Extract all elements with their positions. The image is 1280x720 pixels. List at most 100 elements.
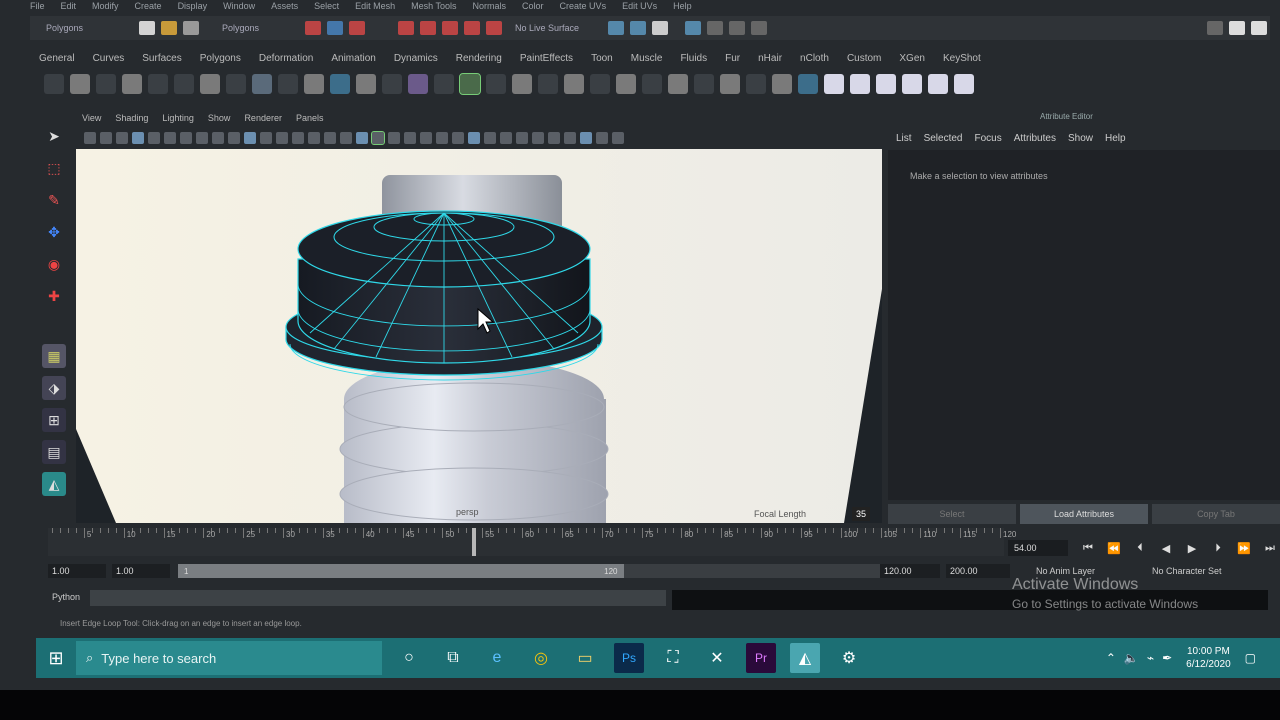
viewport-toolbar-icon[interactable] (388, 132, 400, 144)
shelf-tool-icon[interactable] (434, 74, 454, 94)
outliner-layout-icon[interactable]: ▤ (42, 440, 66, 464)
taskbar-search-box[interactable]: ⌕ Type here to search (76, 641, 382, 675)
shelf-tool-icon[interactable] (252, 74, 272, 94)
shelf-tab-dynamics[interactable]: Dynamics (385, 53, 447, 64)
viewport-toolbar-icon[interactable] (164, 132, 176, 144)
shelf-tab-general[interactable]: General (30, 53, 84, 64)
chrome-icon[interactable]: ◎ (526, 643, 556, 673)
time-slider[interactable]: 5 10 15 20 25 30 35 40 45 50 55 60 65 70 75 80 85 90 95 100… (48, 528, 1016, 556)
viewport-menu-show[interactable]: Show (208, 113, 231, 127)
range-slider-thumb[interactable]: 1 120 (178, 564, 624, 578)
viewport-toolbar-icon[interactable] (244, 132, 256, 144)
shelf-tool-icon[interactable] (928, 74, 948, 94)
playhead[interactable] (472, 528, 477, 556)
shelf-tool-icon[interactable] (174, 74, 194, 94)
menu-create[interactable]: Create (135, 1, 162, 11)
shelf-tool-icon[interactable] (356, 74, 376, 94)
snap-point-icon[interactable] (442, 21, 458, 35)
shelf-tool-icon[interactable] (798, 74, 818, 94)
rotate-tool-icon[interactable]: ◉ (42, 252, 66, 276)
lasso-tool-icon[interactable]: ⬚ (42, 156, 66, 180)
menu-help[interactable]: Help (673, 1, 692, 11)
viewport-toolbar-icon[interactable] (468, 132, 480, 144)
viewport-toolbar-icon[interactable] (196, 132, 208, 144)
shelf-tab-curves[interactable]: Curves (84, 53, 134, 64)
menu-display[interactable]: Display (178, 1, 208, 11)
checker-icon[interactable] (954, 74, 974, 94)
step-forward-frame-icon[interactable]: ⏵ (1210, 542, 1226, 554)
mode-dropdown[interactable]: Polygons (46, 23, 136, 33)
attribute-editor-menu-list[interactable]: List (896, 133, 912, 147)
show-hidden-icons-icon[interactable]: ⌃ (1106, 651, 1116, 665)
menu-create-uvs[interactable]: Create UVs (560, 1, 607, 11)
attribute-editor-menu-focus[interactable]: Focus (974, 133, 1001, 147)
anim-end-field[interactable]: 200.00 (946, 564, 1010, 578)
save-scene-icon[interactable] (183, 21, 199, 35)
shelf-tool-icon[interactable] (642, 74, 662, 94)
shelf-tab-deformation[interactable]: Deformation (250, 53, 322, 64)
viewport-toolbar-icon[interactable] (84, 132, 96, 144)
edge-browser-icon[interactable]: e (482, 643, 512, 673)
step-back-key-icon[interactable]: ⏪ (1106, 542, 1122, 555)
viewport-toolbar-icon[interactable] (580, 132, 592, 144)
range-slider-track[interactable]: 1 120 (178, 564, 923, 578)
anim-start-field[interactable]: 1.00 (112, 564, 170, 578)
sidebar-toggle-icon[interactable] (751, 21, 767, 35)
volume-icon[interactable]: 🔈 (1124, 651, 1139, 665)
go-to-start-icon[interactable]: ⏮ (1080, 542, 1096, 554)
viewport-menu-lighting[interactable]: Lighting (162, 113, 194, 127)
viewport-toolbar-icon[interactable] (500, 132, 512, 144)
four-view-icon[interactable]: ⬗ (42, 376, 66, 400)
menu-edit-mesh[interactable]: Edit Mesh (355, 1, 395, 11)
shelf-tool-icon[interactable] (278, 74, 298, 94)
attribute-editor-toggle-icon[interactable] (1251, 21, 1267, 35)
modeling-toolkit-icon[interactable] (1229, 21, 1245, 35)
scale-tool-icon[interactable]: ✚ (42, 284, 66, 308)
viewport-toolbar-icon[interactable] (420, 132, 432, 144)
shelf-tool-icon[interactable] (772, 74, 792, 94)
menu-window[interactable]: Window (223, 1, 255, 11)
attribute-editor-menu-selected[interactable]: Selected (924, 133, 963, 147)
play-back-icon[interactable]: ◀ (1158, 542, 1174, 555)
select-tool-icon[interactable]: ➤ (42, 124, 66, 148)
viewport-menu-view[interactable]: View (82, 113, 101, 127)
load-attributes-button[interactable]: Load Attributes (1020, 504, 1148, 524)
menu-set-label[interactable]: Polygons (222, 23, 302, 33)
viewport-toolbar-icon[interactable] (180, 132, 192, 144)
viewport-toolbar-icon[interactable] (484, 132, 496, 144)
shelf-tab-painteffects[interactable]: PaintEffects (511, 53, 582, 64)
move-tool-icon[interactable]: ✥ (42, 220, 66, 244)
menu-edit[interactable]: Edit (61, 1, 77, 11)
end-time-field[interactable]: 120.00 (880, 564, 940, 578)
shelf-tab-polygons[interactable]: Polygons (191, 53, 250, 64)
render-view-icon[interactable] (707, 21, 723, 35)
start-time-field[interactable]: 1.00 (48, 564, 106, 578)
shelf-tool-icon[interactable] (746, 74, 766, 94)
shelf-tab-rendering[interactable]: Rendering (447, 53, 511, 64)
photoshop-icon[interactable]: Ps (614, 643, 644, 673)
play-forward-icon[interactable]: ▶ (1184, 542, 1200, 555)
render-settings-icon[interactable] (652, 21, 668, 35)
multi-cut-icon[interactable] (459, 73, 481, 95)
viewport-toolbar-icon[interactable] (436, 132, 448, 144)
go-to-end-icon[interactable]: ⏭ (1262, 542, 1278, 554)
viewport-toolbar-icon[interactable] (452, 132, 464, 144)
viewport-toolbar-icon[interactable] (228, 132, 240, 144)
step-forward-key-icon[interactable]: ⏩ (1236, 542, 1252, 555)
network-icon[interactable]: ⌁ (1147, 651, 1154, 665)
viewport-toolbar-icon[interactable] (371, 131, 385, 145)
pen-icon[interactable]: ✒ (1162, 651, 1172, 665)
menu-edit-uvs[interactable]: Edit UVs (622, 1, 657, 11)
viewport-toolbar-icon[interactable] (356, 132, 368, 144)
shelf-tool-icon[interactable] (70, 74, 90, 94)
viewport-toolbar-icon[interactable] (132, 132, 144, 144)
shelf-tool-icon[interactable] (824, 74, 844, 94)
viewport-toolbar-icon[interactable] (612, 132, 624, 144)
open-scene-icon[interactable] (161, 21, 177, 35)
shelf-tool-icon[interactable] (44, 74, 64, 94)
copy-tab-button[interactable]: Copy Tab (1152, 504, 1280, 524)
shelf-tool-icon[interactable] (512, 74, 532, 94)
shelf-tool-icon[interactable] (720, 74, 740, 94)
ipr-render-icon[interactable] (630, 21, 646, 35)
perspective-viewport[interactable]: persp Focal Length 35 (76, 149, 882, 523)
